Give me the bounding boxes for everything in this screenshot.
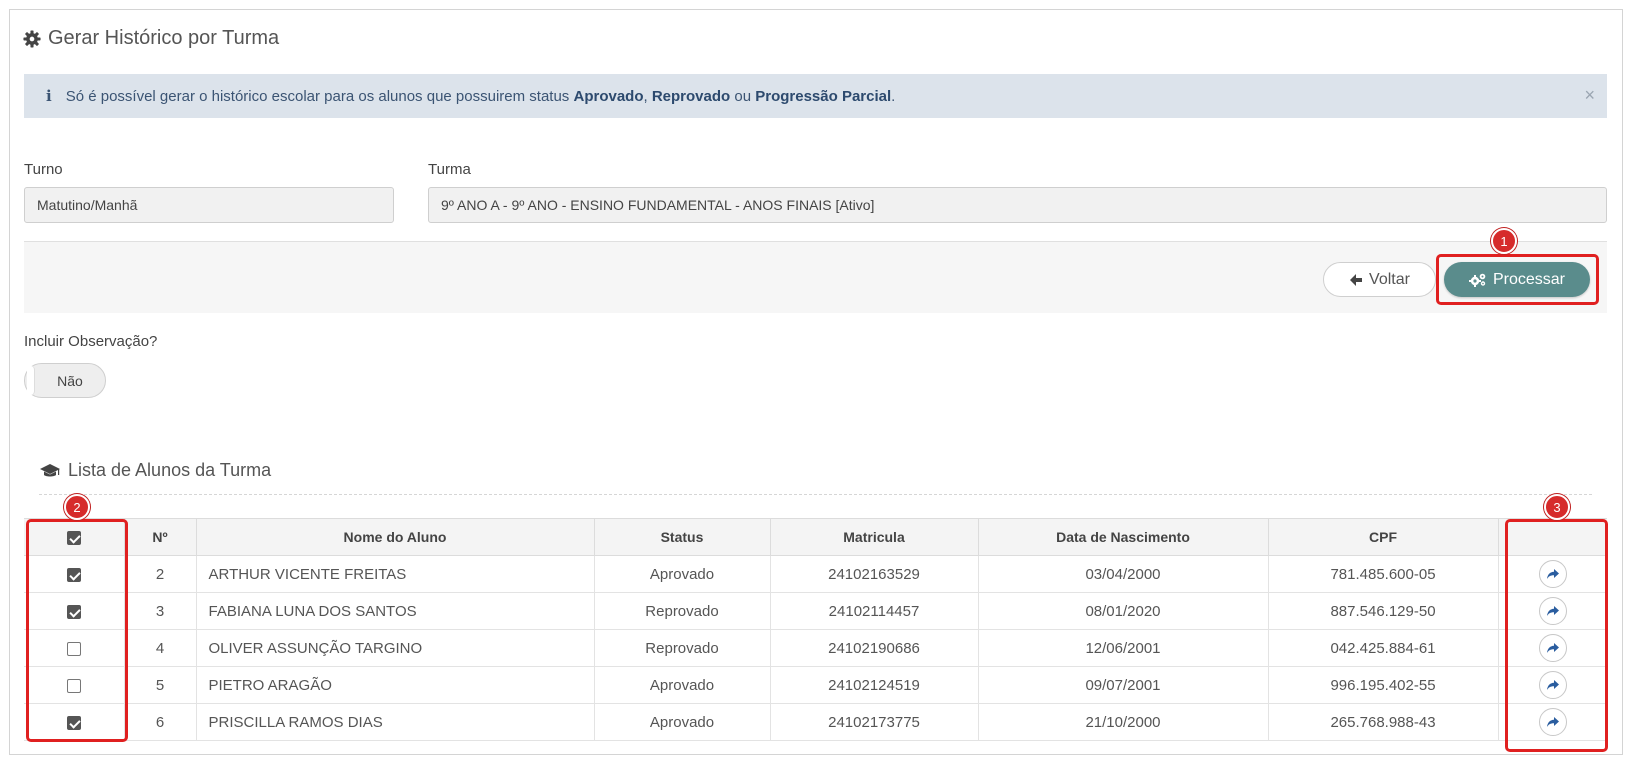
toggle-knob — [27, 366, 35, 395]
turno-label: Turno — [24, 161, 63, 178]
table-header-row: Nº Nome do Aluno Status Matricula Data d… — [24, 518, 1607, 556]
cell-n: 6 — [123, 703, 197, 741]
cell-n: 5 — [123, 666, 197, 704]
cell-n: 2 — [123, 555, 197, 593]
observacao-label: Incluir Observação? — [24, 333, 158, 350]
cell-name: PIETRO ARAGÃO — [195, 666, 595, 704]
cell-status: Reprovado — [593, 592, 771, 630]
cell-nascimento: 03/04/2000 — [977, 555, 1269, 593]
cell-cpf: 781.485.600-05 — [1267, 555, 1499, 593]
cell-n: 4 — [123, 629, 197, 667]
cell-cpf: 996.195.402-55 — [1267, 666, 1499, 704]
cell-name: ARTHUR VICENTE FREITAS — [195, 555, 595, 593]
cell-status: Reprovado — [593, 629, 771, 667]
cell-nascimento: 09/07/2001 — [977, 666, 1269, 704]
highlight-box-2 — [26, 519, 128, 742]
marker-3: 3 — [1544, 494, 1570, 520]
observacao-toggle[interactable]: Não — [24, 363, 106, 398]
alert-message: Só é possível gerar o histórico escolar … — [65, 87, 896, 105]
turma-label: Turma — [428, 161, 471, 178]
cell-cpf: 042.425.884-61 — [1267, 629, 1499, 667]
cell-cpf: 265.768.988-43 — [1267, 703, 1499, 741]
marker-1: 1 — [1491, 228, 1517, 254]
table-row: 4 OLIVER ASSUNÇÃO TARGINO Reprovado 2410… — [24, 629, 1607, 667]
header-nascimento: Data de Nascimento — [977, 518, 1269, 556]
info-icon: i — [46, 87, 52, 105]
cell-nascimento: 12/06/2001 — [977, 629, 1269, 667]
header-cpf: CPF — [1267, 518, 1499, 556]
header-matricula: Matricula — [769, 518, 979, 556]
table-row: 3 FABIANA LUNA DOS SANTOS Reprovado 2410… — [24, 592, 1607, 630]
toggle-value: Não — [57, 372, 83, 389]
cell-status: Aprovado — [593, 555, 771, 593]
list-title: Lista de Alunos da Turma — [39, 460, 271, 481]
cell-status: Aprovado — [593, 666, 771, 704]
arrow-left-icon — [1350, 273, 1363, 286]
close-icon[interactable]: × — [1584, 85, 1595, 106]
table-row: 5 PIETRO ARAGÃO Aprovado 24102124519 09/… — [24, 666, 1607, 704]
students-table: Nº Nome do Aluno Status Matricula Data d… — [24, 518, 1607, 741]
cell-matricula: 24102124519 — [769, 666, 979, 704]
cell-cpf: 887.546.129-50 — [1267, 592, 1499, 630]
cell-matricula: 24102114457 — [769, 592, 979, 630]
graduation-cap-icon — [40, 463, 60, 476]
turma-field[interactable]: 9º ANO A - 9º ANO - ENSINO FUNDAMENTAL -… — [428, 187, 1607, 223]
cell-status: Aprovado — [593, 703, 771, 741]
cell-nascimento: 08/01/2020 — [977, 592, 1269, 630]
header-n: Nº — [123, 518, 197, 556]
list-title-text: Lista de Alunos da Turma — [68, 460, 272, 480]
cell-nascimento: 21/10/2000 — [977, 703, 1269, 741]
cell-matricula: 24102173775 — [769, 703, 979, 741]
page-title-text: Gerar Histórico por Turma — [48, 27, 280, 49]
table-row: 6 PRISCILLA RAMOS DIAS Aprovado 24102173… — [24, 703, 1607, 741]
info-alert: i Só é possível gerar o histórico escola… — [24, 74, 1607, 118]
marker-2: 2 — [64, 494, 90, 520]
cell-name: PRISCILLA RAMOS DIAS — [195, 703, 595, 741]
cog-icon — [23, 29, 41, 48]
turno-field[interactable]: Matutino/Manhã — [24, 187, 394, 223]
page-title: Gerar Histórico por Turma — [23, 27, 279, 50]
cell-name: FABIANA LUNA DOS SANTOS — [195, 592, 595, 630]
highlight-box-1 — [1436, 254, 1599, 305]
cell-matricula: 24102190686 — [769, 629, 979, 667]
highlight-box-3 — [1505, 519, 1608, 752]
cell-matricula: 24102163529 — [769, 555, 979, 593]
cell-n: 3 — [123, 592, 197, 630]
voltar-button[interactable]: Voltar — [1323, 262, 1436, 297]
list-divider — [39, 494, 1592, 495]
header-nome: Nome do Aluno — [195, 518, 595, 556]
voltar-label: Voltar — [1369, 270, 1410, 288]
table-row: 2 ARTHUR VICENTE FREITAS Aprovado 241021… — [24, 555, 1607, 593]
header-status: Status — [593, 518, 771, 556]
cell-name: OLIVER ASSUNÇÃO TARGINO — [195, 629, 595, 667]
